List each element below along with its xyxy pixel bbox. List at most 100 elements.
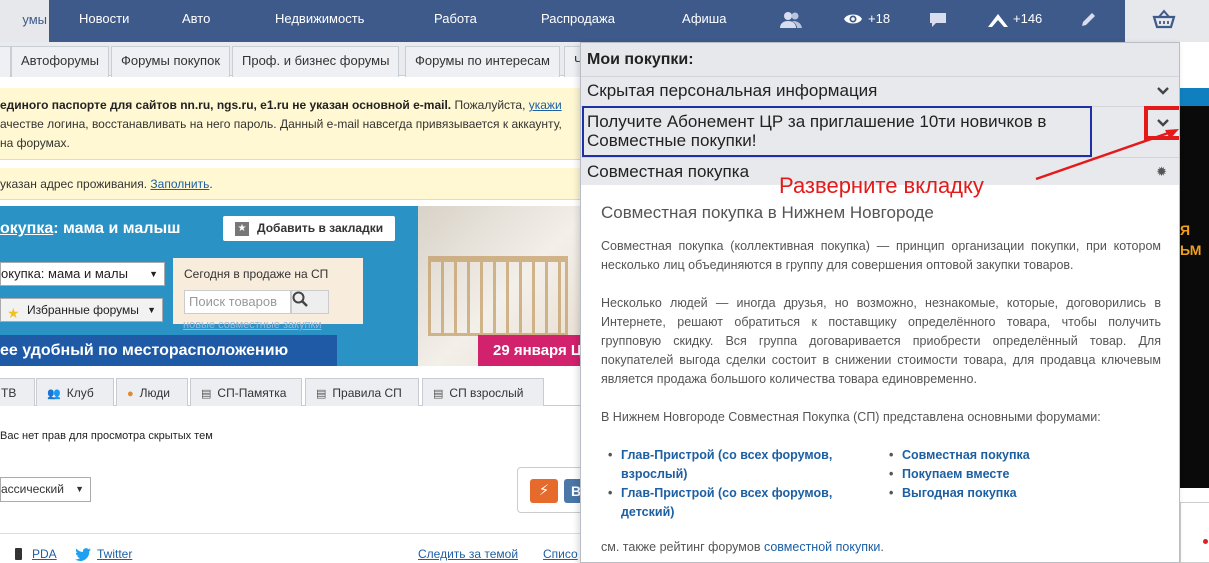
tab-sp-memo-label: СП-Памятка — [217, 386, 287, 400]
address-notice-text: указан адрес проживания. — [0, 177, 151, 191]
forum-link-glav-adult[interactable]: Глав-Пристрой (со всех форумов, взрослый… — [601, 446, 871, 484]
accordion-hidden-info-label: Скрытая персональная информация — [587, 81, 878, 100]
banner-pink-strip[interactable]: 29 января ЦР — [478, 335, 580, 366]
star-icon: ★ — [7, 305, 20, 321]
pda-link[interactable]: PDA — [32, 547, 57, 561]
chevron-down-icon[interactable] — [1157, 77, 1169, 105]
tab-club-label: Клуб — [66, 386, 94, 400]
section-tabs: ТВ 👥 Клуб ● Люди ▤ СП-Памятка ▤ Правила СП ▤… — [0, 378, 580, 406]
tab-tv[interactable]: ТВ — [0, 378, 35, 406]
add-bookmark-button[interactable]: ★ Добавить в закладки — [223, 216, 395, 241]
tab-sp-adult[interactable]: ▤ СП взрослый — [422, 378, 544, 406]
email-notice-bold: единого паспорте для сайтов nn.ru, ngs.r… — [0, 98, 452, 112]
popup-title: Мои покупки: — [581, 43, 1179, 76]
tab-sp-rules[interactable]: ▤ Правила СП — [305, 378, 419, 406]
cart-button[interactable] — [1125, 0, 1209, 42]
tab-business-forums[interactable]: Проф. и бизнес форумы — [232, 46, 400, 77]
content-paragraph-3: В Нижнем Новгороде Совместная Покупка (С… — [601, 410, 1101, 424]
red-dot-icon — [1203, 539, 1208, 544]
sale-label: Сегодня в продаже на СП — [184, 267, 329, 281]
email-notice-text: Пожалуйста, — [451, 98, 529, 112]
person-icon: ● — [127, 388, 134, 400]
forum-list-right: Совместная покупка Покупаем вместе Выгод… — [882, 446, 1152, 503]
forum-link-buy-together[interactable]: Покупаем вместе — [882, 465, 1152, 484]
see-also-text: см. также рейтинг форумов совместной пок… — [601, 540, 1161, 554]
nav-item-realty[interactable]: Недвижимость — [275, 0, 364, 42]
rating-count: +146 — [1013, 11, 1043, 26]
forum-select[interactable]: окупка: мама и малы ▼ — [0, 262, 165, 286]
tab-sp-rules-label: Правила СП — [332, 386, 402, 400]
accordion-hidden-info[interactable]: Скрытая персональная информация — [581, 76, 1179, 106]
banner-title-rest: : мама и малыш — [53, 220, 181, 237]
view-mode-value: ассический — [1, 482, 64, 496]
forum-list-left: Глав-Пристрой (со всех форумов, взрослый… — [601, 446, 871, 522]
highlight-frame — [582, 106, 1092, 157]
email-notice: единого паспорте для сайтов nn.ru, ngs.r… — [0, 88, 580, 160]
document-icon: ▤ — [316, 388, 327, 400]
twitter-link[interactable]: Twitter — [97, 547, 132, 561]
document-icon: ▤ — [433, 388, 444, 400]
favorites-select[interactable]: ★ Избранные форумы ▼ — [0, 298, 163, 322]
pencil-icon[interactable] — [1080, 10, 1098, 33]
forum-banner: окупка: мама и малыш ★ Добавить в заклад… — [0, 206, 580, 366]
side-ad-dark: Я ЬМ — [1180, 88, 1209, 488]
tab-shopping-forums[interactable]: Форумы покупок — [111, 46, 231, 77]
tab-people-label: Люди — [139, 386, 170, 400]
new-topics-link[interactable]: новые совместные закупки — [183, 319, 321, 331]
tab-interest-forums[interactable]: Форумы по интересам — [405, 46, 560, 77]
follow-topic-link[interactable]: Следить за темой — [418, 547, 518, 561]
comment-icon[interactable] — [929, 12, 947, 33]
side-ad-box[interactable] — [1180, 502, 1209, 563]
tab-autoforums[interactable]: Автофорумы — [11, 46, 109, 77]
list-link[interactable]: Списо — [543, 547, 578, 561]
rating-icon[interactable] — [986, 11, 1010, 34]
forum-tabs: Автофорумы Форумы покупок Проф. и бизнес… — [0, 42, 600, 77]
see-also-link[interactable]: совместной покупки — [764, 540, 880, 554]
side-ad-top-strip — [1180, 88, 1209, 106]
content-paragraph-2: Несколько людей — иногда друзья, но возм… — [601, 296, 1161, 386]
see-also-dot: . — [880, 540, 884, 554]
banner-title-link[interactable]: окупка — [0, 220, 53, 237]
tab-sp-memo[interactable]: ▤ СП-Памятка — [190, 378, 302, 406]
share-buttons: ⚡ B — [517, 467, 588, 513]
address-fill-link[interactable]: Заполнить — [150, 177, 209, 191]
triangle-down-icon: ▼ — [147, 305, 156, 315]
tab-people[interactable]: ● Люди — [116, 378, 188, 406]
friends-icon[interactable] — [780, 11, 802, 34]
forum-link-glav-kids[interactable]: Глав-Пристрой (со всех форумов, детский) — [601, 484, 871, 522]
tab-club[interactable]: 👥 Клуб — [36, 378, 114, 406]
favorites-select-label: Избранные форумы — [27, 303, 139, 317]
nav-item-afisha[interactable]: Афиша — [682, 0, 726, 42]
address-notice: указан адрес проживания. Заполнить. — [0, 168, 580, 200]
tab-partial-left[interactable] — [0, 46, 11, 77]
document-icon: ▤ — [201, 388, 212, 400]
add-bookmark-label: Добавить в закладки — [257, 221, 384, 235]
lightning-share-button[interactable]: ⚡ — [530, 479, 558, 503]
nav-item-work[interactable]: Работа — [434, 0, 477, 42]
nav-item-news[interactable]: Новости — [79, 0, 129, 42]
annotation-text: Разверните вкладку — [779, 173, 984, 198]
nav-item-sale[interactable]: Распродажа — [541, 0, 615, 42]
email-notice-line3: на форумах. — [0, 136, 70, 150]
product-search-input[interactable]: Поиск товаров — [184, 290, 291, 314]
email-notice-link[interactable]: укажи — [529, 98, 562, 112]
forum-link-joint-purchase[interactable]: Совместная покупка — [882, 446, 1152, 465]
views-count: +18 — [868, 11, 891, 26]
tab-sp-adult-label: СП взрослый — [449, 386, 524, 400]
people-icon: 👥 — [47, 388, 61, 400]
nav-item-auto[interactable]: Авто — [182, 0, 210, 42]
footer-divider — [0, 533, 580, 534]
eye-icon[interactable] — [843, 12, 863, 31]
content-paragraph-1: Совместная покупка (коллективная покупка… — [601, 239, 1161, 272]
basket-icon — [1152, 9, 1176, 34]
view-mode-select[interactable]: ассический ▼ — [0, 477, 91, 502]
forum-link-profitable[interactable]: Выгодная покупка — [882, 484, 1152, 503]
triangle-down-icon: ▼ — [75, 484, 84, 494]
side-ad[interactable]: Я ЬМ — [1180, 88, 1209, 488]
see-also-label: см. также рейтинг форумов — [601, 540, 764, 554]
tab-tv-label: ТВ — [1, 386, 17, 400]
joint-purchase-content: Совместная покупка в Нижнем Новгороде Со… — [601, 203, 1161, 554]
email-notice-line2: ачестве логина, восстанавливать на него … — [0, 117, 562, 131]
nav-item-forums[interactable]: умы — [0, 0, 49, 42]
search-button[interactable] — [291, 290, 329, 314]
